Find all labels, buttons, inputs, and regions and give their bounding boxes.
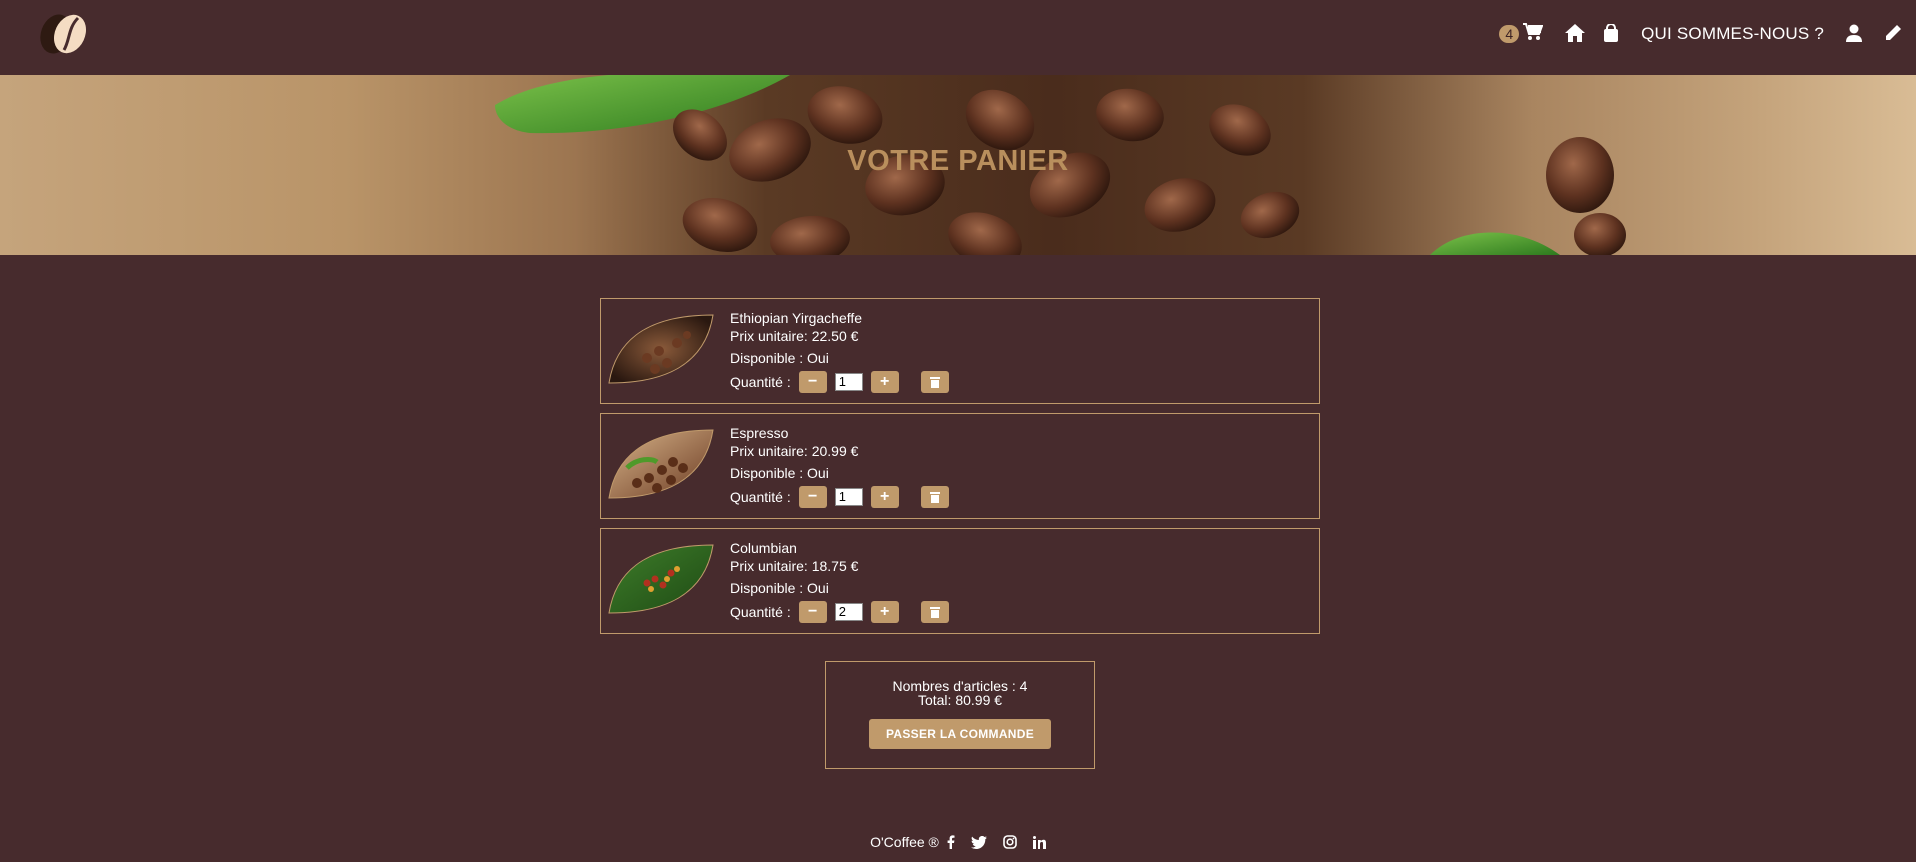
twitter-icon[interactable] [970,835,987,849]
increase-quantity-button[interactable]: + [870,371,899,393]
decrease-quantity-button[interactable]: − [798,486,827,508]
cart-summary: Nombres d'articles : 4 Total: 80.99 € PA… [825,661,1095,769]
unit-price: Prix unitaire: 18.75 € [730,558,859,574]
instagram-icon[interactable] [1003,835,1017,849]
trash-icon [929,377,940,388]
availability: Disponible : Oui [730,350,829,366]
product-name: Espresso [730,425,789,441]
availability: Disponible : Oui [730,580,829,596]
product-name: Columbian [730,540,797,556]
cart-item: Espresso Prix unitaire: 20.99 € Disponib… [600,413,1320,519]
product-name: Ethiopian Yirgacheffe [730,310,863,326]
quantity-label: Quantité : [730,604,791,620]
quantity-label: Quantité : [730,489,791,505]
product-image [608,314,714,384]
hero-banner: VOTRE PANIER [0,75,1916,255]
cart-count-badge: 4 [1499,25,1520,43]
linkedin-icon[interactable] [1032,835,1046,849]
footer-brand: O'Coffee ® [870,834,939,850]
user-icon[interactable] [1846,24,1866,44]
quantity-label: Quantité : [730,374,791,390]
cart-item: Ethiopian Yirgacheffe Prix unitaire: 22.… [600,298,1320,404]
decrease-quantity-button[interactable]: − [798,601,827,623]
unit-price: Prix unitaire: 20.99 € [730,443,859,459]
coffee-logo[interactable] [36,12,96,56]
cart-link[interactable]: 4 [1499,22,1544,46]
product-image [608,544,714,614]
cart-total: Total: 80.99 € [917,692,1003,708]
facebook-icon[interactable] [947,835,955,849]
quantity-input[interactable]: 1 [834,373,863,391]
decrease-quantity-button[interactable]: − [798,371,827,393]
delete-item-button[interactable] [920,601,949,623]
product-image [608,429,714,499]
trash-icon [929,492,940,503]
increase-quantity-button[interactable]: + [870,601,899,623]
cart-icon [1523,22,1544,46]
delete-item-button[interactable] [920,371,949,393]
availability: Disponible : Oui [730,465,829,481]
place-order-button[interactable]: PASSER LA COMMANDE [868,719,1052,749]
item-count: Nombres d'articles : 4 [892,678,1028,694]
shopping-bag-icon[interactable] [1603,23,1623,44]
quantity-input[interactable]: 1 [834,488,863,506]
page-title: VOTRE PANIER [847,145,1069,177]
quantity-input[interactable]: 2 [834,603,863,621]
nav-menu: 4 QUI SOMMES-NOUS ? [1499,0,1916,68]
footer: O'Coffee ® [0,834,1916,850]
trash-icon [929,607,940,618]
top-navbar: 4 QUI SOMMES-NOUS ? [0,0,1916,75]
unit-price: Prix unitaire: 22.50 € [730,328,859,344]
nav-about-link[interactable]: QUI SOMMES-NOUS ? [1641,24,1824,44]
pencil-icon[interactable] [1884,24,1904,44]
cart-item: Columbian Prix unitaire: 18.75 € Disponi… [600,528,1320,634]
delete-item-button[interactable] [920,486,949,508]
home-icon[interactable] [1565,24,1586,44]
increase-quantity-button[interactable]: + [870,486,899,508]
